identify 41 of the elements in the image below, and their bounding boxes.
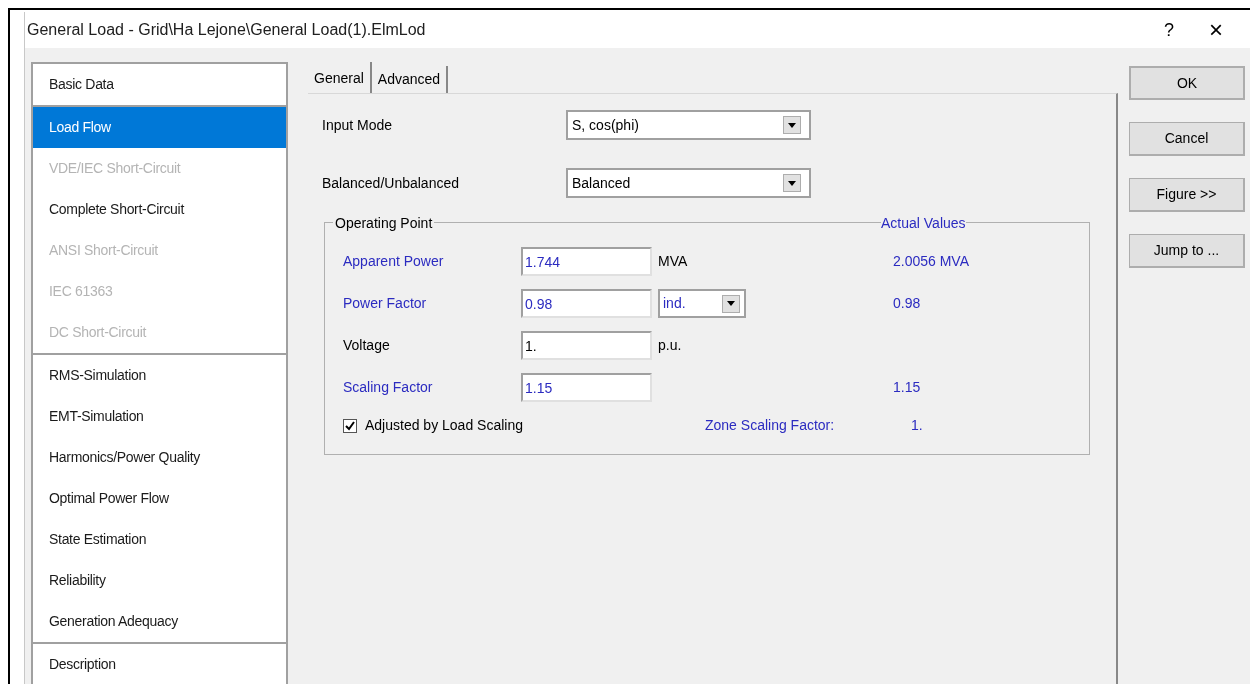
dropdown[interactable]: S, cos(phi): [566, 110, 811, 140]
window-title: General Load - Grid\Ha Lejone\General Load(1).ElmLod: [27, 20, 426, 40]
unit-label: MVA: [658, 252, 688, 271]
input-field[interactable]: 1.: [521, 331, 652, 360]
sidebar-item[interactable]: State Estimation: [33, 519, 286, 560]
sidebar-item[interactable]: Harmonics/Power Quality: [33, 437, 286, 478]
field-label: Scaling Factor: [343, 378, 434, 397]
sidebar-item[interactable]: Basic Data: [33, 64, 286, 105]
zone-value: 1.: [911, 416, 923, 435]
sidebar-item[interactable]: Load Flow: [33, 107, 286, 148]
tab[interactable]: Advanced: [371, 66, 449, 93]
zone-label: Zone Scaling Factor:: [705, 416, 836, 435]
input-field[interactable]: 1.744: [521, 247, 652, 276]
dialog-button[interactable]: Figure >>: [1129, 178, 1245, 212]
unit-label: p.u.: [658, 336, 682, 355]
help-button[interactable]: ?: [1154, 16, 1184, 44]
dropdown[interactable]: Balanced: [566, 168, 811, 198]
sidebar-item[interactable]: Description: [33, 644, 286, 684]
sidebar-item[interactable]: RMS-Simulation: [33, 355, 286, 396]
checkbox[interactable]: [343, 418, 357, 433]
dropdown[interactable]: ind.: [658, 289, 746, 318]
sidebar-item[interactable]: Reliability: [33, 560, 286, 601]
input-field[interactable]: 1.15: [521, 373, 652, 402]
sidebar-item[interactable]: EMT-Simulation: [33, 396, 286, 437]
input-field[interactable]: 0.98: [521, 289, 652, 318]
actual-value: 1.15: [893, 378, 921, 397]
sidebar-item[interactable]: Generation Adequacy: [33, 601, 286, 642]
actual-value: 0.98: [893, 294, 921, 313]
dialog-button[interactable]: Cancel: [1129, 122, 1245, 156]
field-label: Power Factor: [343, 294, 428, 313]
close-button[interactable]: ×: [1196, 12, 1236, 48]
sidebar-item[interactable]: Complete Short-Circuit: [33, 189, 286, 230]
dialog-button[interactable]: OK: [1129, 66, 1245, 100]
actual-value: 2.0056 MVA: [893, 252, 969, 271]
field-label: Apparent Power: [343, 252, 445, 271]
field-label: Voltage: [343, 336, 391, 355]
field-label: Input Mode: [322, 115, 394, 135]
field-label: Balanced/Unbalanced: [322, 173, 460, 193]
checkbox-label: Adjusted by Load Scaling: [365, 416, 524, 435]
dialog-button[interactable]: Jump to ...: [1129, 234, 1245, 268]
sidebar-item[interactable]: Optimal Power Flow: [33, 478, 286, 519]
